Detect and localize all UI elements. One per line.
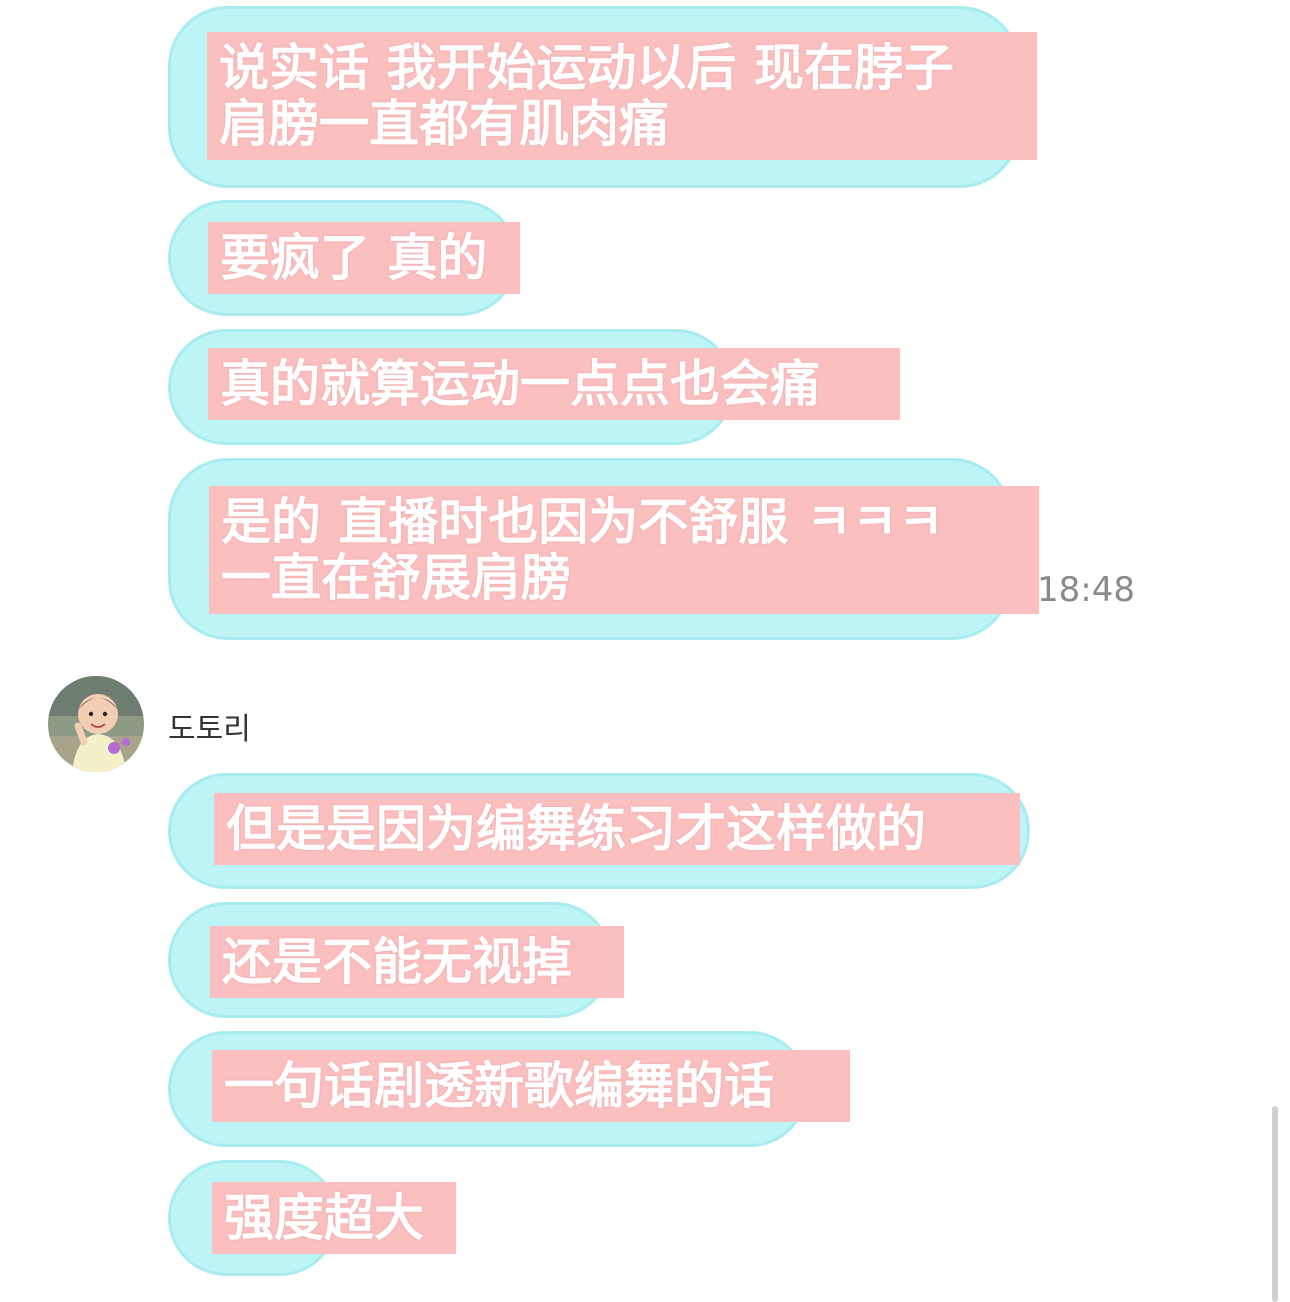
message-line: 还是不能无视掉 bbox=[222, 933, 572, 991]
avatar-image bbox=[48, 676, 144, 772]
message-text: 一句话剧透新歌编舞的话 bbox=[212, 1050, 850, 1122]
message-line: 真的就算运动一点点也会痛 bbox=[220, 355, 820, 413]
message-text: 还是不能无视掉 bbox=[210, 926, 624, 998]
sender-name: 도토리 bbox=[168, 712, 251, 747]
message-line: 强度超大 bbox=[224, 1189, 424, 1247]
message-timestamp: 18:48 bbox=[1037, 570, 1135, 610]
chat-screen: 说实话 我开始运动以后 现在脖子 肩膀一直都有肌肉痛 要疯了 真的 真的就算运动… bbox=[0, 0, 1290, 1302]
message-text: 要疯了 真的 bbox=[208, 222, 520, 294]
message-line: 但是是因为编舞练习才这样做的 bbox=[226, 800, 926, 858]
message-line: 要疯了 真的 bbox=[220, 229, 488, 287]
message-text: 真的就算运动一点点也会痛 bbox=[208, 348, 900, 420]
message-line: 一句话剧透新歌编舞的话 bbox=[224, 1057, 774, 1115]
message-line: 肩膀一直都有肌肉痛 bbox=[219, 95, 669, 153]
message-text: 是的 直播时也因为不舒服 ㅋㅋㅋ 一直在舒展肩膀 bbox=[209, 486, 1039, 614]
message-line: 说实话 我开始运动以后 现在脖子 bbox=[219, 39, 954, 97]
scrollbar[interactable] bbox=[1272, 1106, 1278, 1302]
message-line: 是的 直播时也因为不舒服 ㅋㅋㅋ bbox=[221, 493, 944, 551]
message-text: 但是是因为编舞练习才这样做的 bbox=[214, 793, 1020, 865]
avatar[interactable] bbox=[48, 676, 144, 772]
message-text: 说实话 我开始运动以后 现在脖子 肩膀一直都有肌肉痛 bbox=[207, 32, 1037, 160]
message-text: 强度超大 bbox=[212, 1182, 456, 1254]
message-line: 一直在舒展肩膀 bbox=[221, 549, 571, 607]
